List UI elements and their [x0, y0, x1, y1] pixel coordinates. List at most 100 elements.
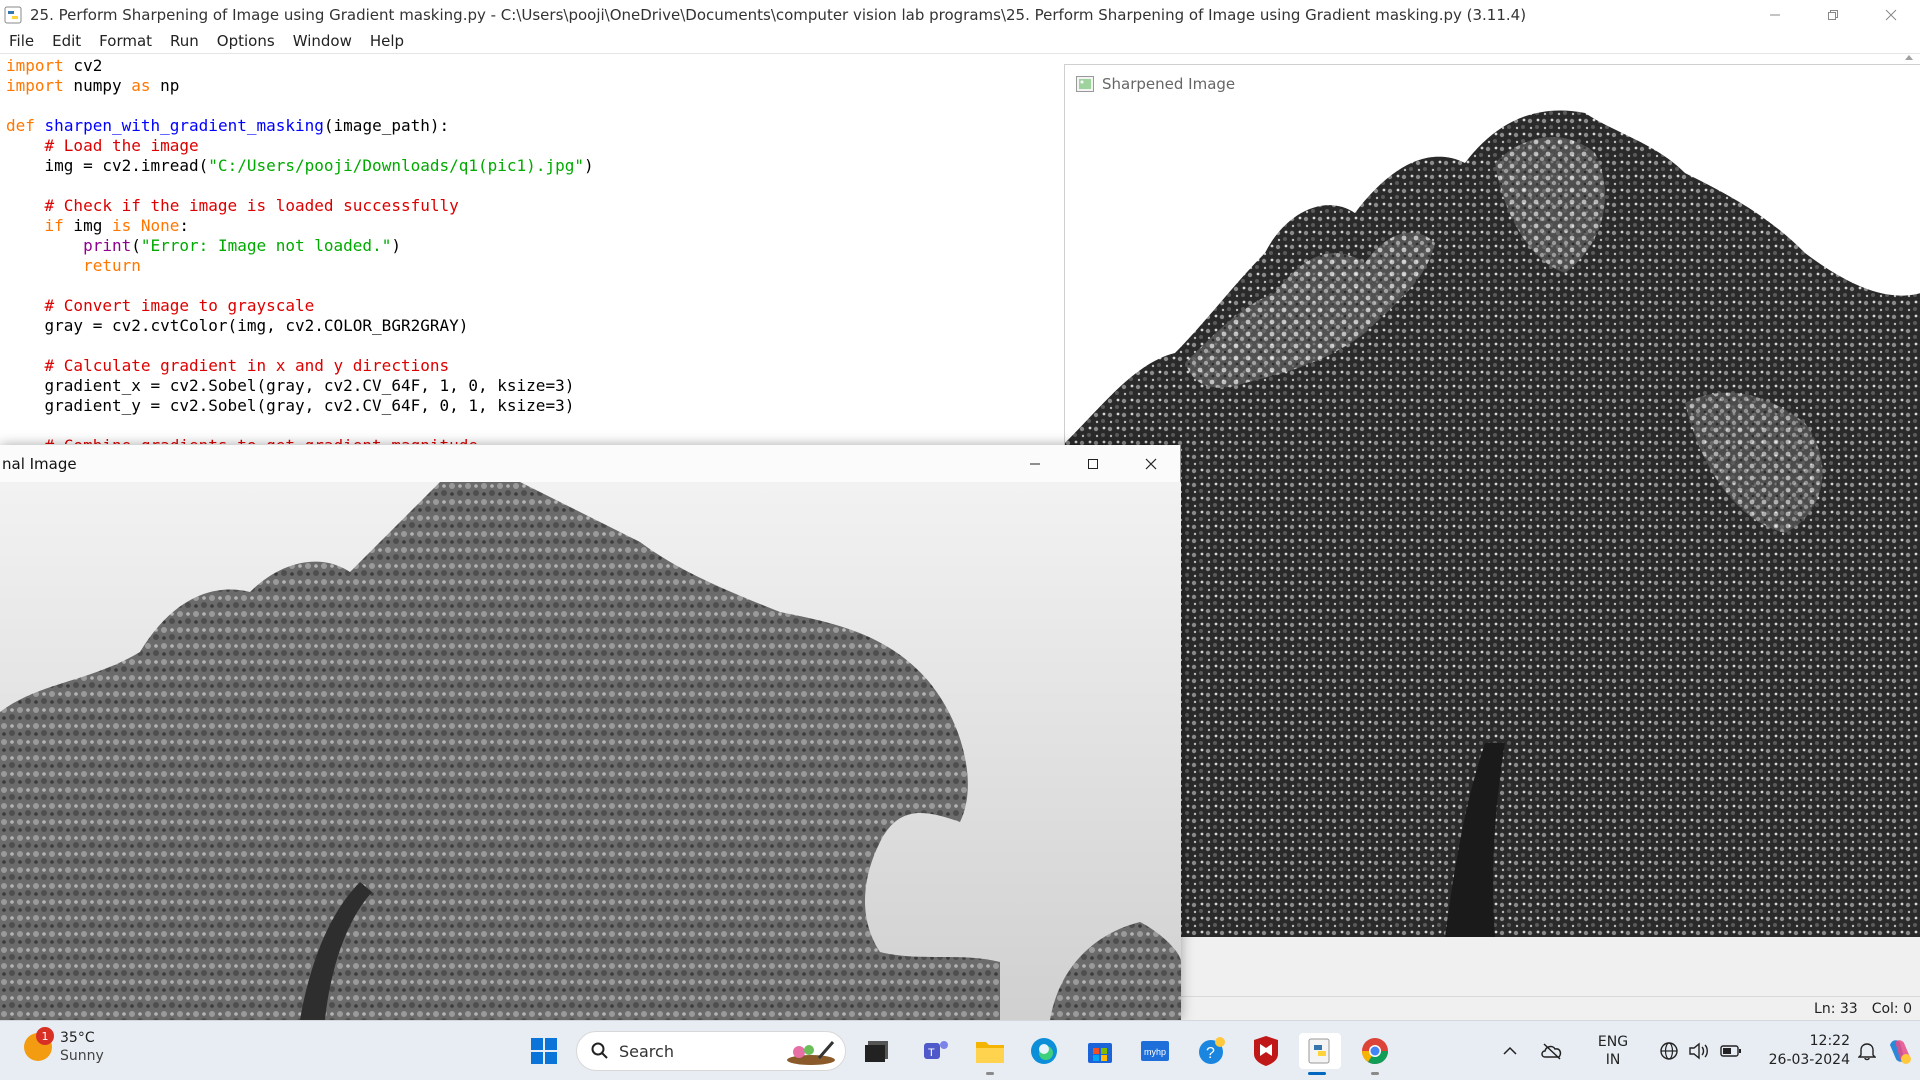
running-indicator	[1371, 1072, 1379, 1075]
teams-icon: T	[924, 1041, 948, 1059]
code-line[interactable]: # Combine gradients to get gradient magn…	[6, 436, 1065, 444]
volume-button[interactable]	[1684, 1021, 1714, 1081]
menu-bar: File Edit Format Run Options Window Help	[0, 29, 1920, 54]
taskbar-app-teams[interactable]: T	[918, 1033, 954, 1069]
show-hidden-icons-button[interactable]	[1495, 1021, 1525, 1081]
battery-button[interactable]	[1716, 1021, 1746, 1081]
edge-icon	[1031, 1038, 1057, 1064]
code-line[interactable]: def sharpen_with_gradient_masking(image_…	[6, 116, 1065, 136]
taskbar: 1 35°C Sunny Search T myhp ? ENG IN 12:2…	[0, 1020, 1920, 1080]
copilot-button[interactable]	[1884, 1021, 1916, 1081]
svg-text:T: T	[928, 1047, 935, 1059]
menu-edit[interactable]: Edit	[43, 32, 90, 50]
copilot-icon	[1890, 1040, 1911, 1064]
original-window-title: nal Image	[2, 454, 77, 473]
status-bar: Ln: 33 Col: 0	[1180, 996, 1920, 1020]
taskbar-app-myhp[interactable]: myhp	[1137, 1033, 1173, 1069]
network-button[interactable]	[1654, 1021, 1684, 1081]
close-button[interactable]	[1862, 0, 1920, 29]
taskbar-search-box[interactable]: Search	[576, 1031, 846, 1071]
notification-badge: 1	[36, 1027, 54, 1045]
maximize-icon	[1088, 458, 1098, 469]
code-line[interactable]: # Load the image	[6, 136, 1065, 156]
menu-help[interactable]: Help	[361, 32, 413, 50]
notifications-button[interactable]	[1852, 1021, 1882, 1081]
taskbar-app-edge[interactable]	[1026, 1033, 1062, 1069]
code-line[interactable]: if img is None:	[6, 216, 1065, 236]
code-line[interactable]	[6, 336, 1065, 356]
code-line[interactable]: return	[6, 256, 1065, 276]
code-editor[interactable]: import cv2 import numpy as np def sharpen…	[0, 54, 1065, 444]
close-icon	[1885, 9, 1897, 20]
code-line[interactable]: # Check if the image is loaded successfu…	[6, 196, 1065, 216]
python-idle-icon	[4, 6, 22, 23]
opencv-window-icon	[1076, 76, 1094, 92]
svg-text:myhp: myhp	[1144, 1047, 1166, 1057]
menu-options[interactable]: Options	[208, 32, 284, 50]
original-title-bar[interactable]: nal Image	[0, 445, 1180, 482]
column-number: Col: 0	[1871, 1000, 1912, 1017]
folder-icon	[976, 1042, 1004, 1063]
bell-icon	[1858, 1043, 1876, 1061]
code-line[interactable]: # Convert image to grayscale	[6, 296, 1065, 316]
weather-widget[interactable]: 1 35°C Sunny	[24, 1027, 104, 1065]
search-label: Search	[619, 1041, 674, 1061]
taskbar-app-mcafee[interactable]	[1248, 1033, 1284, 1069]
code-line[interactable]: gray = cv2.cvtColor(img, cv2.COLOR_BGR2G…	[6, 316, 1065, 336]
menu-file[interactable]: File	[0, 32, 43, 50]
globe-icon	[1660, 1042, 1678, 1060]
code-line[interactable]: import cv2	[6, 56, 1065, 76]
idle-title-bar[interactable]: 25. Perform Sharpening of Image using Gr…	[0, 0, 1920, 29]
original-image	[0, 482, 1181, 1020]
code-line[interactable]: gradient_y = cv2.Sobel(gray, cv2.CV_64F,…	[6, 396, 1065, 416]
original-tree-image	[0, 482, 1181, 1020]
original-close-button[interactable]	[1122, 445, 1180, 482]
code-line[interactable]: # Calculate gradient in x and y directio…	[6, 356, 1065, 376]
restore-button[interactable]	[1804, 0, 1862, 29]
language-region: IN	[1605, 1052, 1621, 1068]
speaker-icon	[1689, 1042, 1708, 1060]
code-line[interactable]	[6, 416, 1065, 436]
sharpened-tree-image	[1065, 110, 1920, 937]
clock-date: 26-03-2024	[1768, 1052, 1850, 1068]
clock[interactable]: 12:22 26-03-2024	[1754, 1021, 1850, 1081]
menu-window[interactable]: Window	[284, 32, 361, 50]
myhp-icon: myhp	[1141, 1041, 1169, 1061]
line-number: Ln: 33	[1814, 1000, 1858, 1017]
taskbar-app-taskview[interactable]	[859, 1033, 895, 1069]
menu-format[interactable]: Format	[90, 32, 161, 50]
minimize-button[interactable]	[1746, 0, 1804, 29]
mcafee-icon	[1254, 1036, 1278, 1066]
start-button[interactable]	[526, 1033, 562, 1069]
sharpened-image-window[interactable]: Sharpened Image	[1064, 64, 1920, 996]
clock-time: 12:22	[1809, 1033, 1850, 1049]
taskbar-app-help[interactable]: ?	[1194, 1033, 1230, 1069]
active-indicator	[1308, 1072, 1326, 1075]
battery-icon	[1720, 1045, 1741, 1057]
chrome-icon	[1361, 1038, 1389, 1065]
menu-run[interactable]: Run	[161, 32, 208, 50]
search-icon	[591, 1042, 608, 1059]
scroll-up-arrow-icon[interactable]	[1904, 53, 1914, 63]
code-line[interactable]: gradient_x = cv2.Sobel(gray, cv2.CV_64F,…	[6, 376, 1065, 396]
original-minimize-button[interactable]	[1006, 445, 1064, 482]
file-explorer-dark-icon	[865, 1041, 888, 1062]
code-line[interactable]	[6, 176, 1065, 196]
sharpened-title-bar[interactable]: Sharpened Image	[1065, 65, 1920, 103]
original-maximize-button[interactable]	[1064, 445, 1122, 482]
original-image-window[interactable]: nal Image	[0, 445, 1181, 1020]
windows-start-icon	[531, 1038, 557, 1064]
code-line[interactable]: print("Error: Image not loaded.")	[6, 236, 1065, 256]
code-line[interactable]: img = cv2.imread("C:/Users/pooji/Downloa…	[6, 156, 1065, 176]
running-indicator	[986, 1072, 994, 1075]
code-line[interactable]: import numpy as np	[6, 76, 1065, 96]
taskbar-app-store[interactable]	[1082, 1033, 1118, 1069]
language-indicator[interactable]: ENG IN	[1588, 1021, 1638, 1081]
taskbar-app-chrome[interactable]	[1357, 1033, 1393, 1075]
taskbar-app-python-idle[interactable]	[1299, 1033, 1341, 1075]
taskbar-app-file-explorer[interactable]	[972, 1033, 1008, 1075]
code-line[interactable]	[6, 276, 1065, 296]
cloud-offline-icon	[1541, 1043, 1562, 1060]
onedrive-button[interactable]	[1536, 1021, 1568, 1081]
code-line[interactable]	[6, 96, 1065, 116]
